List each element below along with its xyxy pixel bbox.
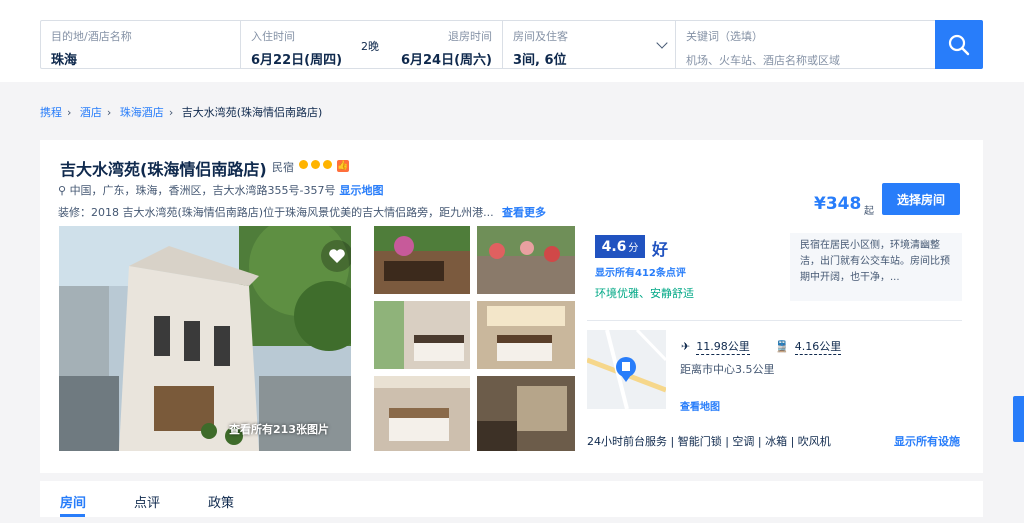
hotel-card: 吉大水湾苑(珠海情侣南路店) 民宿 👍 ⚲ 中国，广东，珠海，香洲区，吉大水湾路… bbox=[40, 140, 983, 473]
select-room-button[interactable]: 选择房间 bbox=[882, 183, 960, 215]
date-field[interactable]: 入住时间 6月22日(周四) 2晚 退房时间 6月24日(周六) bbox=[241, 21, 503, 68]
score-unit: 分 bbox=[628, 243, 639, 254]
breadcrumb-city[interactable]: 珠海酒店 bbox=[120, 106, 164, 119]
train-icon: 🚆 bbox=[775, 340, 789, 353]
hotel-thumbnail-1[interactable] bbox=[374, 226, 470, 294]
review-tags: 环境优雅、安静舒适 bbox=[595, 287, 694, 300]
show-map-link[interactable]: 显示地图 bbox=[340, 184, 384, 197]
breadcrumb-hotels[interactable]: 酒店 bbox=[80, 106, 102, 119]
room-guest-value[interactable]: 3间, 6位 bbox=[513, 49, 665, 68]
room-guest-label: 房间及住客 bbox=[513, 30, 568, 43]
facilities-list: 24小时前台服务 | 智能门锁 | 空调 | 冰箱 | 吹风机 bbox=[587, 435, 831, 448]
review-quote[interactable]: 民宿在居民小区侧，环境清幽整洁，出门就有公交车站。房间比预期中开阔，也干净，..… bbox=[790, 233, 962, 301]
airport-distance: ✈ 11.98公里 bbox=[681, 338, 750, 355]
hotel-type: 民宿 bbox=[272, 161, 294, 174]
all-reviews-link[interactable]: 显示所有412条点评 bbox=[595, 264, 686, 279]
price-suffix: 起 bbox=[864, 206, 874, 217]
hotel-thumbnail-2[interactable] bbox=[477, 226, 575, 294]
floating-side-tab[interactable] bbox=[1013, 396, 1024, 442]
airplane-icon: ✈ bbox=[681, 340, 691, 353]
address-text: 中国，广东，珠海，香洲区，吉大水湾路355号-357号 bbox=[69, 184, 336, 197]
search-bar: 目的地/酒店名称 珠海 入住时间 6月22日(周四) 2晚 退房时间 6月24日… bbox=[40, 20, 983, 69]
checkout-value[interactable]: 6月24日(周六) bbox=[401, 49, 492, 68]
favorite-heart-icon[interactable] bbox=[321, 240, 351, 272]
checkout-label: 退房时间 bbox=[448, 30, 492, 43]
destination-field[interactable]: 目的地/酒店名称 珠海 bbox=[41, 21, 241, 68]
breadcrumb: 携程 › 酒店 › 珠海酒店 › 吉大水湾苑(珠海情侣南路店) bbox=[40, 106, 323, 119]
tab-reviews[interactable]: 点评 bbox=[134, 492, 160, 511]
search-button[interactable] bbox=[935, 20, 983, 69]
keyword-field[interactable]: 关键词（选填） 机场、火车站、酒店名称或区域 bbox=[676, 21, 935, 68]
destination-label: 目的地/酒店名称 bbox=[51, 30, 132, 43]
location-pin-icon: ⚲ bbox=[58, 184, 67, 197]
active-tab-indicator bbox=[60, 514, 85, 517]
detail-tabs: 房间 点评 政策 bbox=[40, 481, 983, 517]
hotel-name: 吉大水湾苑(珠海情侣南路店) bbox=[60, 160, 267, 179]
see-more-link[interactable]: 查看更多 bbox=[502, 206, 546, 219]
score-badge: 4.6 分 bbox=[595, 235, 645, 258]
score-value: 4.6 bbox=[601, 238, 627, 255]
breadcrumb-home[interactable]: 携程 bbox=[40, 106, 62, 119]
hotel-address: ⚲ 中国，广东，珠海，香洲区，吉大水湾路355号-357号 显示地图 bbox=[58, 182, 384, 198]
search-header: 目的地/酒店名称 珠海 入住时间 6月22日(周四) 2晚 退房时间 6月24日… bbox=[0, 0, 1024, 82]
hotel-thumbnail-6[interactable] bbox=[477, 376, 575, 451]
nights-count: 2晚 bbox=[361, 40, 379, 53]
train-distance: 🚆 4.16公里 bbox=[775, 338, 842, 355]
keyword-input[interactable]: 机场、火车站、酒店名称或区域 bbox=[686, 52, 925, 68]
hotel-thumbnail-3[interactable] bbox=[374, 301, 470, 369]
hotel-description: 装修：2018 吉大水湾苑(珠海情侣南路店)位于珠海风景优美的吉大情侣路旁，距九… bbox=[58, 204, 546, 220]
price: ¥348 bbox=[814, 194, 862, 214]
keyword-label: 关键词（选填） bbox=[686, 30, 763, 43]
destination-value[interactable]: 珠海 bbox=[51, 49, 230, 68]
all-facilities-link[interactable]: 显示所有设施 bbox=[894, 433, 960, 449]
tab-policies[interactable]: 政策 bbox=[208, 492, 234, 511]
view-map-link[interactable]: 查看地图 bbox=[680, 398, 720, 413]
hotel-thumbnail-4[interactable] bbox=[477, 301, 575, 369]
rating-dots: 👍 bbox=[299, 160, 349, 172]
tab-rooms[interactable]: 房间 bbox=[60, 492, 86, 511]
train-distance-value[interactable]: 4.16公里 bbox=[794, 338, 842, 355]
divider bbox=[587, 320, 962, 321]
airport-distance-value[interactable]: 11.98公里 bbox=[696, 338, 750, 355]
center-distance: 距离市中心3.5公里 bbox=[680, 363, 775, 376]
room-guest-field[interactable]: 房间及住客 3间, 6位 bbox=[503, 21, 676, 68]
mini-map[interactable] bbox=[587, 330, 666, 409]
description-text: 装修：2018 吉大水湾苑(珠海情侣南路店)位于珠海风景优美的吉大情侣路旁，距九… bbox=[58, 206, 494, 219]
all-photos-link[interactable]: 查看所有213张图片 bbox=[229, 421, 329, 437]
score-word: 好 bbox=[652, 240, 669, 259]
hotel-thumbnail-5[interactable] bbox=[374, 376, 470, 451]
hotel-main-photo[interactable]: 查看所有213张图片 bbox=[59, 226, 351, 451]
thumbs-up-icon: 👍 bbox=[337, 160, 349, 172]
search-icon bbox=[948, 34, 970, 55]
breadcrumb-current: 吉大水湾苑(珠海情侣南路店) bbox=[181, 106, 323, 119]
